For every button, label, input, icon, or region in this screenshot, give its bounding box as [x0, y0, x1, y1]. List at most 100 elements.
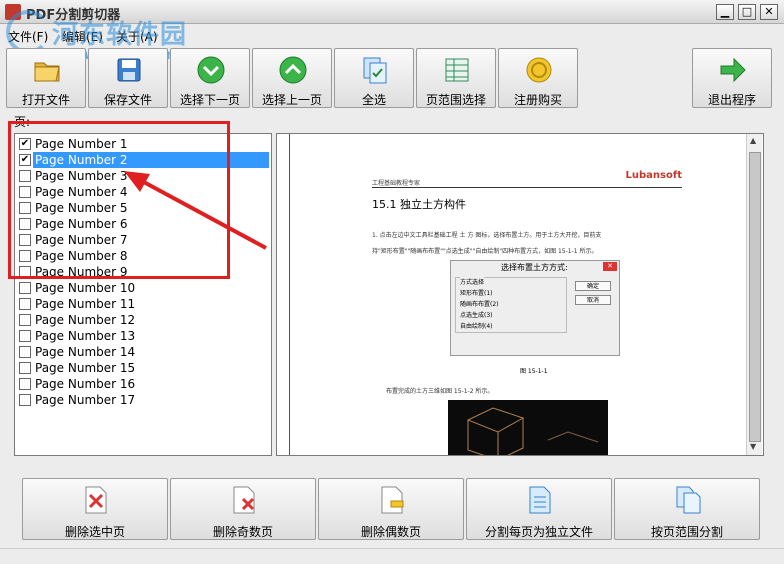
- split-by-range-button[interactable]: 按页范围分割: [614, 478, 760, 540]
- doc-paragraph-2: 持"矩形布置""随画布布置""点选生成""自由绘制"四种布置方式，如图 15-1…: [372, 248, 598, 255]
- page-range-icon: [445, 58, 469, 82]
- page-list-label: Page Number 17: [35, 393, 136, 407]
- exit-program-label: 退出程序: [707, 93, 756, 107]
- save-file-label: 保存文件: [103, 93, 152, 107]
- split-range-icon: [676, 486, 701, 514]
- select-next-page-button[interactable]: 选择下一页: [170, 48, 250, 108]
- delete-odd-pages-button[interactable]: 删除奇数页: [170, 478, 316, 540]
- delete-odd-pages-label: 删除奇数页: [212, 525, 273, 539]
- page-list-label: Page Number 13: [35, 329, 136, 343]
- delete-selected-pages-button[interactable]: 删除选中页: [22, 478, 168, 540]
- page-list-item[interactable]: Page Number 10: [17, 280, 271, 296]
- doc-dialog-image: 选择布置土方方式: ✕ 方式选择 矩形布置(1) 随画布布置(2) 点选生成(3…: [450, 260, 620, 356]
- open-folder-icon: [34, 62, 60, 82]
- pdf-preview[interactable]: 工程基础教程专家 Lubansoft 15.1 独立土方构件 1. 点击左边中文…: [276, 133, 764, 456]
- split-each-page-button[interactable]: 分割每页为独立文件: [466, 478, 612, 540]
- page-checkbox[interactable]: [19, 298, 31, 310]
- page-list-label: Page Number 12: [35, 313, 136, 327]
- delete-even-icon: [381, 486, 404, 514]
- doc-header: 工程基础教程专家 Lubansoft: [372, 170, 682, 188]
- doc-dialog-option: 点选生成(3): [460, 312, 493, 319]
- pdf-page: 工程基础教程专家 Lubansoft 15.1 独立土方构件 1. 点击左边中文…: [289, 134, 737, 455]
- page-list-item[interactable]: Page Number 13: [17, 328, 271, 344]
- doc-dialog-option: 矩形布置(1): [460, 290, 493, 297]
- doc-header-logo: Lubansoft: [625, 170, 682, 181]
- save-file-button[interactable]: 保存文件: [88, 48, 168, 108]
- doc-dialog-option: 随画布布置(2): [460, 301, 499, 308]
- page-range-select-label: 页范围选择: [425, 93, 486, 107]
- doc-paragraph-3: 布置完成的土方三维如图 15-1-2 所示。: [386, 388, 494, 395]
- doc-dialog-group: 方式选择 矩形布置(1) 随画布布置(2) 点选生成(3) 自由绘制(4): [455, 277, 567, 333]
- title-bar: PDF分割剪切器 ▁ □ ✕: [0, 0, 784, 24]
- menu-edit[interactable]: 编辑(E): [62, 28, 103, 45]
- page-list-item[interactable]: Page Number 14: [17, 344, 271, 360]
- select-all-icon: [363, 57, 387, 84]
- page-list-label: Page Number 15: [35, 361, 136, 375]
- page-checkbox[interactable]: [19, 346, 31, 358]
- open-file-label: 打开文件: [21, 93, 70, 107]
- close-button[interactable]: ✕: [760, 4, 778, 20]
- menu-bar: 文件(F) 编辑(E) 关于(A): [0, 24, 784, 46]
- doc-dialog-close-icon: ✕: [603, 262, 617, 271]
- scroll-thumb[interactable]: [749, 152, 761, 442]
- doc-dialog-group-title: 方式选择: [460, 277, 485, 286]
- register-buy-label: 注册购买: [513, 93, 562, 107]
- page-checkbox[interactable]: [19, 378, 31, 390]
- doc-dialog-title: 选择布置土方方式:: [501, 263, 568, 272]
- doc-3d-figure: [448, 400, 608, 455]
- save-disk-icon: [117, 58, 141, 82]
- open-file-button[interactable]: 打开文件: [6, 48, 86, 108]
- page-list-item[interactable]: Page Number 11: [17, 296, 271, 312]
- split-each-icon: [529, 486, 551, 514]
- doc-dialog-option: 自由绘制(4): [460, 323, 493, 330]
- exit-arrow-icon: [720, 57, 746, 83]
- exit-program-button[interactable]: 退出程序: [692, 48, 772, 108]
- split-each-page-label: 分割每页为独立文件: [484, 525, 593, 539]
- delete-even-pages-label: 删除偶数页: [360, 525, 421, 539]
- prev-page-icon: [279, 56, 307, 84]
- preview-scrollbar[interactable]: ▲ ▼: [746, 134, 762, 455]
- window-title: PDF分割剪切器: [26, 8, 121, 23]
- doc-paragraph-1: 1. 点击左边中文工具栏基础工程 土 方 图标，选择布置土方。用于土方大开挖，目…: [372, 232, 602, 239]
- register-buy-button[interactable]: 注册购买: [498, 48, 578, 108]
- scroll-down-icon[interactable]: ▼: [750, 442, 756, 451]
- page-list-item[interactable]: Page Number 16: [17, 376, 271, 392]
- page-checkbox[interactable]: [19, 362, 31, 374]
- doc-header-left: 工程基础教程专家: [372, 180, 421, 187]
- next-page-icon: [197, 56, 225, 84]
- delete-selected-pages-label: 删除选中页: [64, 525, 125, 539]
- menu-about[interactable]: 关于(A): [116, 28, 158, 45]
- page-list-item[interactable]: Page Number 17: [17, 392, 271, 408]
- doc-dialog-cancel: 取消: [575, 295, 611, 305]
- page-list-label: Page Number 14: [35, 345, 136, 359]
- page-list-label: Page Number 11: [35, 297, 136, 311]
- page-list-item[interactable]: Page Number 15: [17, 360, 271, 376]
- delete-even-pages-button[interactable]: 删除偶数页: [318, 478, 464, 540]
- page-list-label: Page Number 10: [35, 281, 136, 295]
- delete-selected-icon: [85, 486, 107, 514]
- scroll-up-icon[interactable]: ▲: [750, 136, 756, 145]
- page-range-select-button[interactable]: 页范围选择: [416, 48, 496, 108]
- status-bar: [0, 548, 784, 564]
- page-checkbox[interactable]: [19, 330, 31, 342]
- delete-odd-icon: [233, 486, 255, 514]
- select-prev-page-label: 选择上一页: [261, 93, 322, 107]
- page-checkbox[interactable]: [19, 282, 31, 294]
- register-coin-icon: [526, 57, 552, 83]
- page-list-item[interactable]: Page Number 12: [17, 312, 271, 328]
- select-all-label: 全选: [361, 93, 386, 107]
- highlight-box: [8, 121, 230, 279]
- select-all-button[interactable]: 全选: [334, 48, 414, 108]
- page-checkbox[interactable]: [19, 394, 31, 406]
- select-prev-page-button[interactable]: 选择上一页: [252, 48, 332, 108]
- split-by-range-label: 按页范围分割: [650, 525, 723, 539]
- minimize-button[interactable]: ▁: [716, 4, 734, 20]
- page-list-label: Page Number 16: [35, 377, 136, 391]
- doc-heading: 15.1 独立土方构件: [372, 198, 466, 211]
- menu-file[interactable]: 文件(F): [8, 28, 48, 45]
- select-next-page-label: 选择下一页: [179, 93, 240, 107]
- toolbar: 打开文件 保存文件 选择下一页 选择上一页 全选 页范围选择 注册购买 退出程序: [0, 46, 784, 110]
- maximize-button[interactable]: □: [738, 4, 756, 20]
- page-checkbox[interactable]: [19, 314, 31, 326]
- doc-dialog-ok: 确定: [575, 281, 611, 291]
